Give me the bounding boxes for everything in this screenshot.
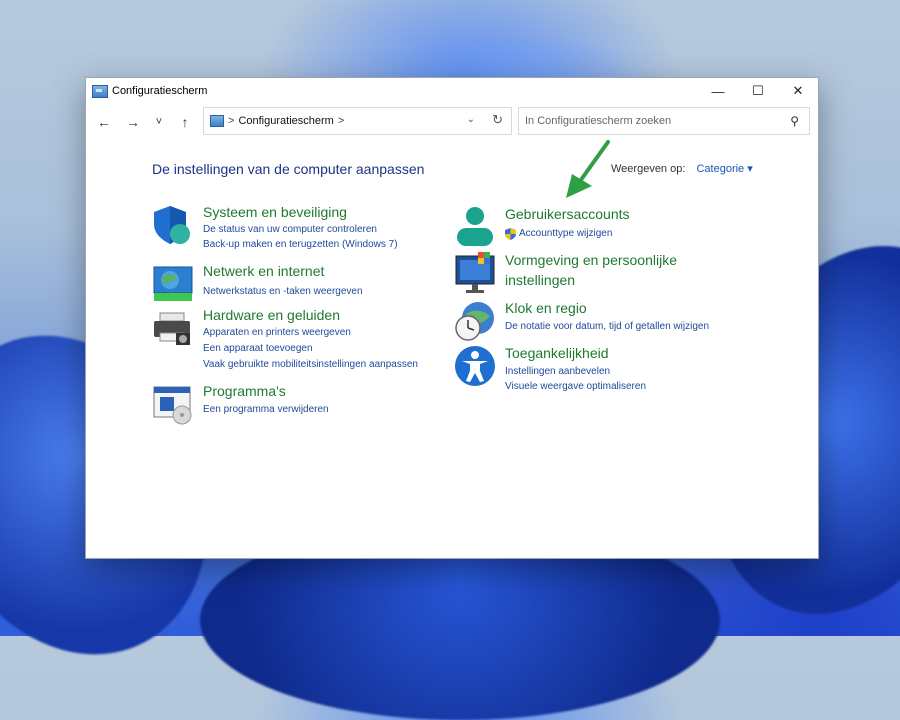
up-button[interactable]: ↑ — [175, 112, 195, 132]
breadcrumb-separator[interactable]: > — [228, 115, 234, 127]
category-hardware-sound: Hardware en geluiden Apparaten en printe… — [152, 307, 452, 371]
window-title: Configuratiescherm — [112, 85, 208, 97]
category-title[interactable]: Programma's — [203, 383, 286, 399]
category-accessibility: Toegankelijkheid Instellingen aanbevelen… — [454, 345, 754, 392]
category-link[interactable]: Een programma verwijderen — [203, 404, 329, 415]
view-by: Weergeven op: Categorie ▾ — [611, 162, 753, 175]
uac-shield-icon — [505, 228, 516, 243]
control-panel-icon — [210, 115, 224, 127]
category-link[interactable]: Back-up maken en terugzetten (Windows 7) — [203, 239, 398, 250]
category-programs: Programma's Een programma verwijderen — [152, 383, 452, 425]
view-by-dropdown[interactable]: Categorie ▾ — [696, 163, 752, 175]
forward-button[interactable]: → — [123, 112, 143, 132]
user-accounts-icon — [457, 207, 493, 246]
category-system-security: Systeem en beveiliging De status van uw … — [152, 204, 452, 254]
breadcrumb-control-panel[interactable]: Configuratiescherm — [238, 115, 333, 127]
clock-icon — [455, 302, 494, 341]
maximize-button[interactable]: ☐ — [738, 78, 778, 104]
category-title[interactable]: Hardware en geluiden — [203, 307, 340, 323]
minimize-button[interactable]: — — [698, 78, 738, 104]
accessibility-icon — [455, 346, 495, 386]
address-bar[interactable]: > Configuratiescherm > ⌄ ↻ — [203, 107, 512, 135]
search-icon[interactable]: ⚲ — [790, 114, 799, 128]
category-link[interactable]: Instellingen aanbevelen — [505, 366, 610, 377]
control-panel-window: Configuratiescherm — ☐ ✕ ← → ˅ ↑ > Confi… — [85, 77, 819, 559]
printer-icon — [154, 312, 190, 345]
category-appearance: Vormgeving en persoonlijke instellingen — [454, 252, 754, 293]
category-user-accounts: Gebruikersaccounts Accounttype wijzigen — [454, 206, 754, 246]
category-title[interactable]: Netwerk en internet — [203, 263, 324, 279]
title-bar[interactable]: Configuratiescherm — ☐ ✕ — [86, 78, 818, 104]
category-title[interactable]: Gebruikersaccounts — [505, 206, 630, 222]
category-link[interactable]: Vaak gebruikte mobiliteitsinstellingen a… — [203, 359, 418, 370]
category-link[interactable]: Netwerkstatus en -taken weergeven — [203, 286, 363, 297]
control-panel-icon — [92, 84, 108, 98]
refresh-icon[interactable]: ↻ — [492, 112, 503, 128]
category-link[interactable]: De status van uw computer controleren — [203, 224, 377, 235]
category-link[interactable]: Apparaten en printers weergeven — [203, 327, 351, 338]
category-link[interactable]: Een apparaat toevoegen — [203, 343, 313, 354]
category-title[interactable]: Vormgeving en persoonlijke — [505, 252, 677, 268]
recent-locations-button[interactable]: ˅ — [149, 112, 169, 132]
category-network-internet: Netwerk en internet Netwerkstatus en -ta… — [152, 263, 452, 303]
breadcrumb-separator[interactable]: > — [338, 115, 344, 127]
close-button[interactable]: ✕ — [778, 78, 818, 104]
search-box[interactable]: ⚲ — [518, 107, 810, 135]
category-link[interactable]: De notatie voor datum, tijd of getallen … — [505, 321, 709, 332]
view-by-label: Weergeven op: — [611, 163, 686, 175]
address-dropdown-icon[interactable]: ⌄ — [467, 114, 475, 125]
programs-icon — [153, 386, 192, 425]
page-title: De instellingen van de computer aanpasse… — [152, 161, 425, 177]
category-clock-region: Klok en regio De notatie voor datum, tij… — [454, 300, 754, 341]
category-title-line2[interactable]: instellingen — [505, 272, 575, 288]
category-title[interactable]: Systeem en beveiliging — [203, 204, 347, 220]
back-button[interactable]: ← — [94, 112, 114, 132]
search-input[interactable] — [523, 114, 777, 128]
shield-icon — [154, 206, 190, 244]
category-link[interactable]: Accounttype wijzigen — [519, 228, 612, 239]
category-title[interactable]: Klok en regio — [505, 300, 587, 316]
category-title[interactable]: Toegankelijkheid — [505, 345, 609, 361]
annotation-arrow-icon — [566, 140, 610, 198]
category-link[interactable]: Visuele weergave optimaliseren — [505, 381, 646, 392]
appearance-icon — [455, 252, 495, 293]
network-icon — [153, 266, 193, 301]
